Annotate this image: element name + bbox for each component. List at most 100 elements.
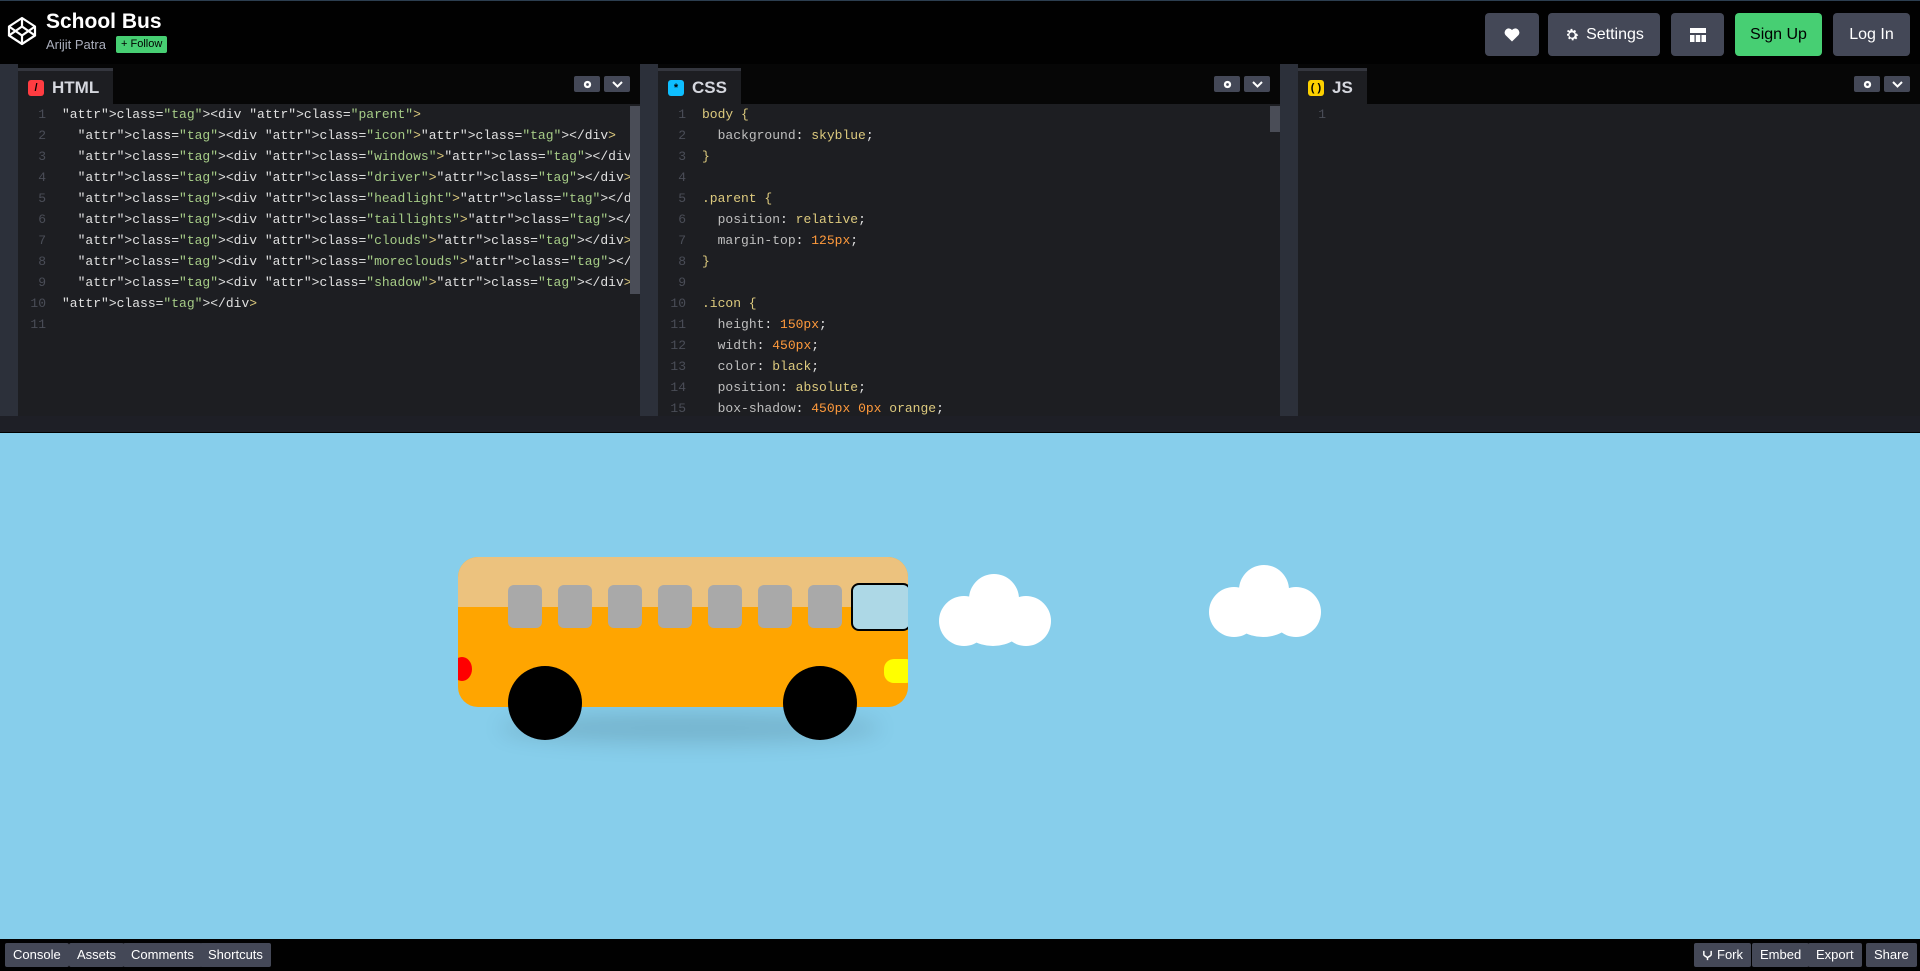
code-line[interactable]: 3 "attr">class="tag"><div "attr">class="… — [18, 146, 640, 167]
code-line[interactable]: 5 "attr">class="tag"><div "attr">class="… — [18, 188, 640, 209]
js-editor[interactable]: ( ) JS 1 — [1280, 64, 1920, 416]
line-number: 8 — [678, 254, 686, 269]
bus-window — [608, 585, 642, 628]
taillight — [458, 657, 472, 681]
code-line[interactable]: 4 "attr">class="tag"><div "attr">class="… — [18, 167, 640, 188]
code-text: "attr">class="tag"><div "attr">class="cl… — [77, 233, 632, 248]
headlight — [884, 659, 908, 683]
code-text: height: 150px; — [717, 317, 827, 332]
editor-collapse-button[interactable] — [1884, 76, 1910, 92]
gear-icon — [583, 80, 591, 88]
code-line[interactable]: 6 "attr">class="tag"><div "attr">class="… — [18, 209, 640, 230]
codepen-logo-icon[interactable] — [6, 15, 38, 47]
tab-title: HTML — [52, 77, 100, 97]
code-text: "attr">class="tag"></div> — [62, 296, 258, 311]
code-line[interactable]: 15 box-shadow: 450px 0px orange; — [658, 398, 1280, 416]
tab-js[interactable]: ( ) JS — [1298, 68, 1367, 104]
assets-button[interactable]: Assets — [69, 943, 125, 967]
css-icon: * — [668, 79, 684, 96]
share-button[interactable]: Share — [1866, 943, 1917, 967]
embed-button[interactable]: Embed — [1752, 943, 1810, 967]
line-number: 3 — [678, 149, 686, 164]
code-line[interactable]: 12 width: 450px; — [658, 335, 1280, 356]
chevron-down-icon — [1891, 80, 1903, 88]
code-text: margin-top: 125px; — [717, 233, 859, 248]
fork-icon — [1703, 950, 1712, 960]
change-view-button[interactable] — [1671, 13, 1724, 56]
html-editor[interactable]: / HTML 1 "attr">class="tag"><div "attr">c… — [0, 64, 640, 416]
gear-icon — [1566, 28, 1579, 40]
code-line[interactable]: 5 .parent { — [658, 188, 1280, 209]
line-number: 11 — [30, 317, 46, 332]
code-line[interactable]: 6 position: relative; — [658, 209, 1280, 230]
line-number: 9 — [678, 275, 686, 290]
code-text: "attr">class="tag"><div "attr">class="dr… — [77, 170, 632, 185]
like-button[interactable] — [1485, 13, 1539, 56]
console-button[interactable]: Console — [5, 943, 69, 967]
result-preview — [0, 433, 1920, 939]
code-line[interactable]: 2 background: skyblue; — [658, 125, 1280, 146]
code-text: "attr">class="tag"><div "attr">class="wi… — [77, 149, 640, 164]
editor-header: * CSS — [658, 64, 1280, 104]
line-number: 2 — [38, 128, 46, 143]
code-line[interactable]: 9 — [658, 272, 1280, 293]
code-line[interactable]: 1 body { — [658, 104, 1280, 125]
code-area[interactable]: 1 body {2 background: skyblue; 3} 4 5 .parent… — [658, 104, 1280, 416]
code-line[interactable]: 8} — [658, 251, 1280, 272]
code-line[interactable]: 10 .icon { — [658, 293, 1280, 314]
scrollbar[interactable] — [630, 106, 640, 294]
editor-settings-button[interactable] — [1854, 76, 1880, 92]
scrollbar[interactable] — [1270, 106, 1280, 132]
resize-gutter[interactable] — [0, 416, 1920, 433]
line-number: 5 — [678, 191, 686, 206]
code-line[interactable]: 7 "attr">class="tag"><div "attr">class="… — [18, 230, 640, 251]
code-text: "attr">class="tag"><div "attr">class="mo… — [77, 254, 640, 269]
tab-css[interactable]: * CSS — [658, 68, 741, 104]
bus-window — [758, 585, 792, 628]
follow-button[interactable]: + Follow — [116, 36, 168, 53]
code-line[interactable]: 3} — [658, 146, 1280, 167]
line-number: 10 — [670, 296, 686, 311]
settings-button[interactable]: Settings — [1548, 13, 1660, 56]
top-header: School Bus Arijit Patra + Follow Setting… — [0, 0, 1920, 64]
code-line[interactable]: 4 — [658, 167, 1280, 188]
line-number: 7 — [38, 233, 46, 248]
code-area[interactable]: 1 "attr">class="tag"><div "attr">class="p… — [18, 104, 640, 416]
code-line[interactable]: 7 margin-top: 125px; — [658, 230, 1280, 251]
shortcuts-button[interactable]: Shortcuts — [200, 943, 271, 967]
code-line[interactable]: 11 height: 150px; — [658, 314, 1280, 335]
fork-button[interactable]: Fork — [1694, 943, 1751, 967]
code-text: .icon { — [702, 296, 757, 311]
line-number: 8 — [38, 254, 46, 269]
tab-html[interactable]: / HTML — [18, 68, 114, 104]
code-line[interactable]: 10 "attr">class="tag"></div> — [18, 293, 640, 314]
code-line[interactable]: 8 "attr">class="tag"><div "attr">class="… — [18, 251, 640, 272]
line-number: 15 — [670, 401, 686, 416]
line-number: 7 — [678, 233, 686, 248]
editor-collapse-button[interactable] — [604, 76, 630, 92]
code-area[interactable]: 1 — [1298, 104, 1920, 416]
cloud — [939, 574, 1051, 646]
css-editor[interactable]: * CSS 1 body {2 background: skyblue; 3} 4 5.… — [640, 64, 1280, 416]
line-number: 1 — [678, 107, 686, 122]
editor-settings-button[interactable] — [1214, 76, 1240, 92]
pen-author[interactable]: Arijit Patra — [46, 37, 106, 52]
code-line[interactable]: 1 — [1298, 104, 1920, 125]
line-number: 9 — [38, 275, 46, 290]
editor-collapse-button[interactable] — [1244, 76, 1270, 92]
login-button[interactable]: Log In — [1833, 13, 1910, 56]
export-button[interactable]: Export — [1808, 943, 1862, 967]
code-line[interactable]: 11 — [18, 314, 640, 335]
line-number: 4 — [38, 170, 46, 185]
code-line[interactable]: 2 "attr">class="tag"><div "attr">class="… — [18, 125, 640, 146]
code-line[interactable]: 13 color: black; — [658, 356, 1280, 377]
comments-button[interactable]: Comments — [123, 943, 202, 967]
code-text: box-shadow: 450px 0px orange; — [717, 401, 944, 416]
code-line[interactable]: 14 position: absolute; — [658, 377, 1280, 398]
line-number: 11 — [670, 317, 686, 332]
signup-button[interactable]: Sign Up — [1735, 13, 1822, 56]
code-line[interactable]: 1 "attr">class="tag"><div "attr">class="p… — [18, 104, 640, 125]
editor-settings-button[interactable] — [574, 76, 600, 92]
pen-title: School Bus — [46, 10, 162, 33]
code-line[interactable]: 9 "attr">class="tag"><div "attr">class="… — [18, 272, 640, 293]
